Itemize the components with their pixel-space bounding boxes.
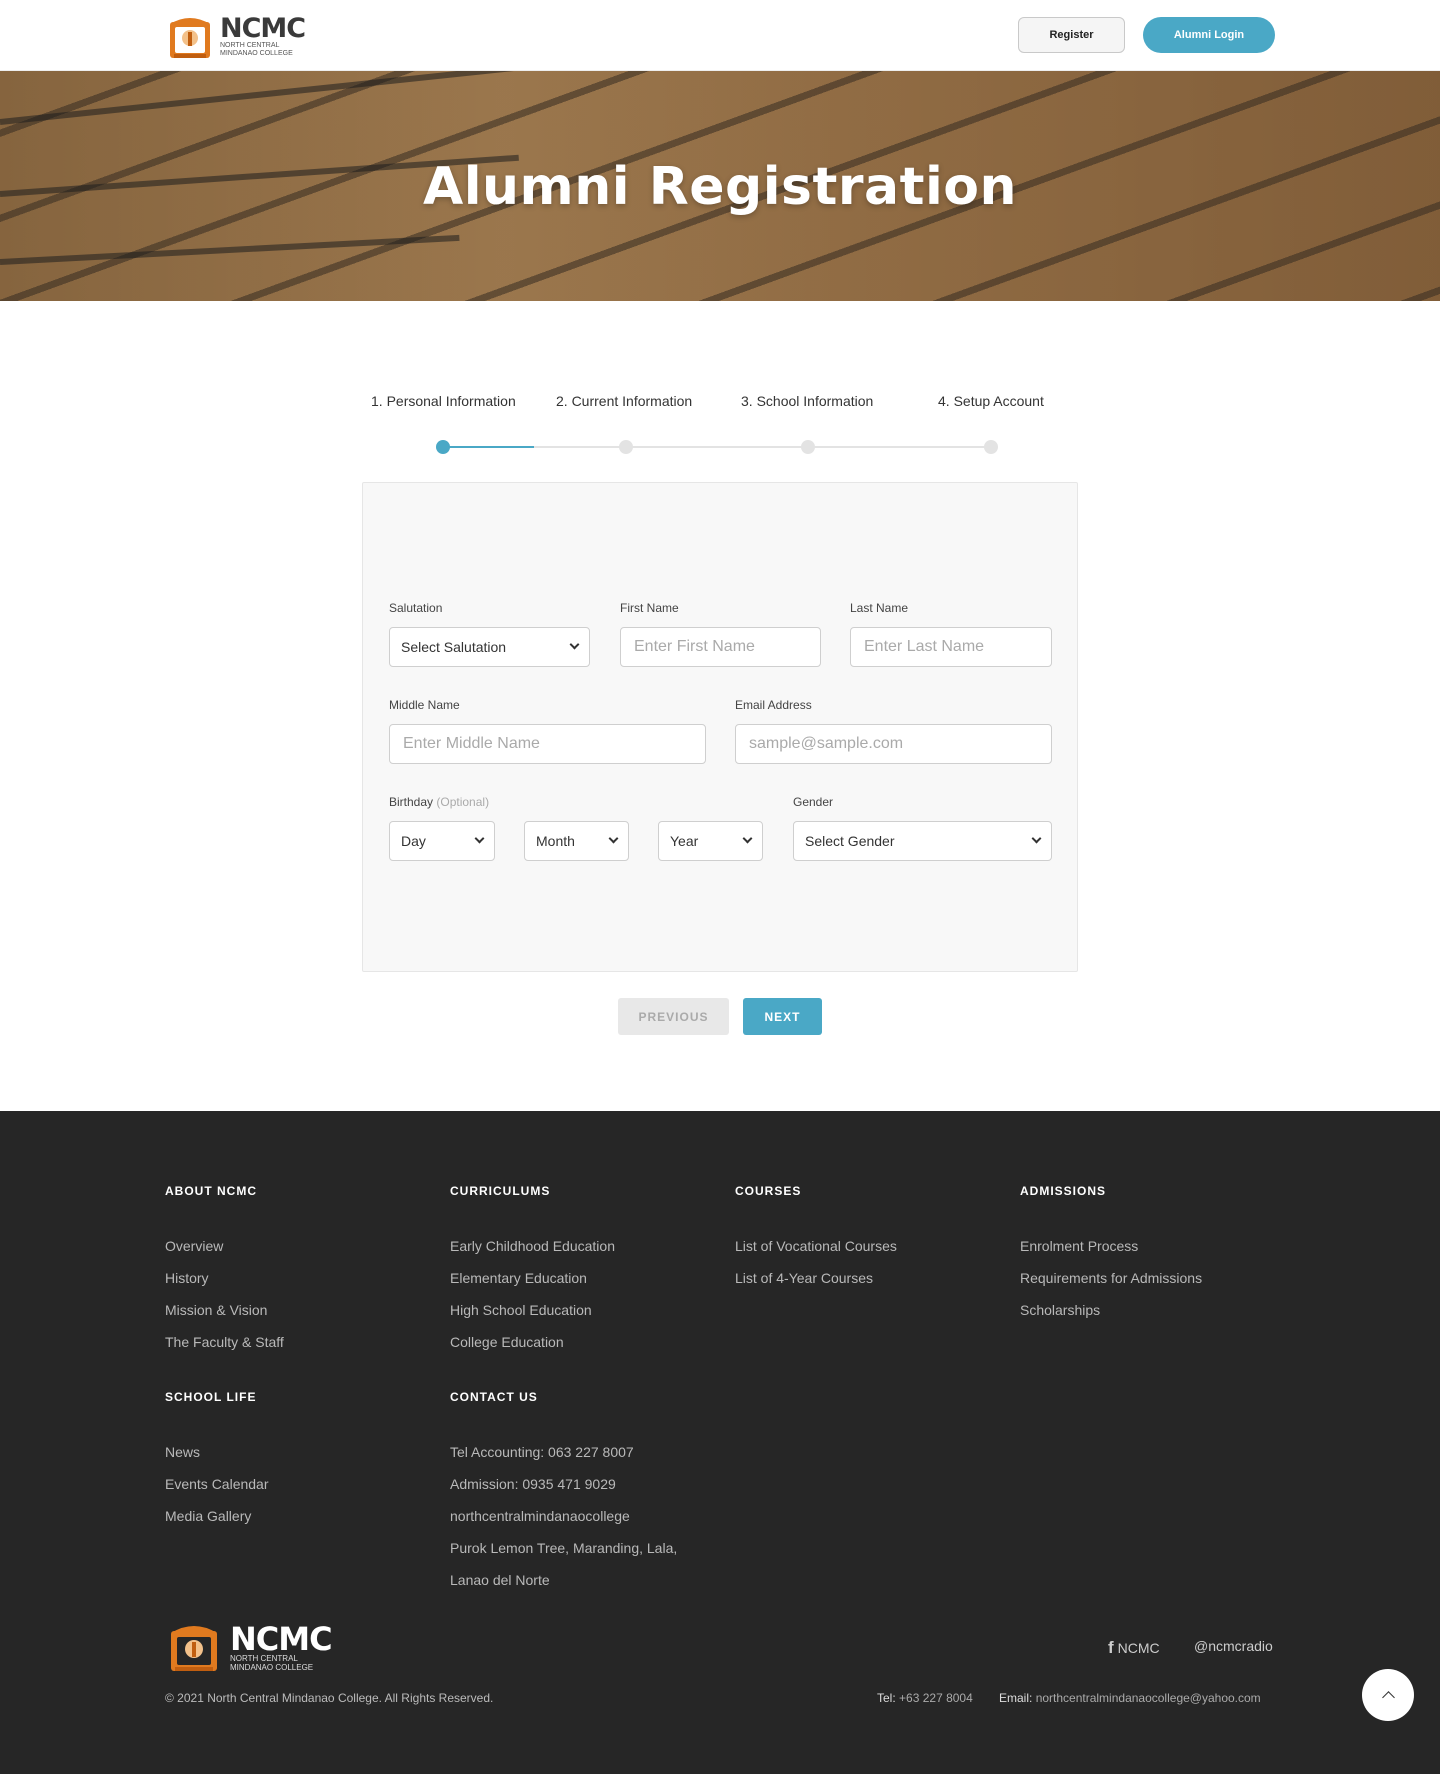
footer-logo-title: NCMC: [230, 1620, 333, 1658]
footer-heading-curriculums: Curriculums: [450, 1184, 551, 1198]
logo-subtitle-2: Mindanao College: [220, 50, 293, 57]
logo-wordmark: NCMC North Central Mindanao College: [220, 13, 306, 58]
chevron-down-icon: [608, 833, 619, 844]
ncmc-crest-icon: [171, 1626, 217, 1671]
footer-tel-label: Tel:: [877, 1691, 896, 1705]
footer-link-media[interactable]: Media Gallery: [165, 1508, 251, 1524]
footer-link-enrolment[interactable]: Enrolment Process: [1020, 1238, 1138, 1254]
next-button[interactable]: NEXT: [743, 998, 822, 1035]
site-logo[interactable]: NCMC North Central Mindanao College: [166, 13, 306, 60]
birthday-month-value: Month: [536, 833, 575, 849]
footer-link-early-childhood[interactable]: Early Childhood Education: [450, 1238, 615, 1254]
hero-banner: Alumni Registration: [0, 71, 1440, 301]
facebook-icon: f: [1108, 1638, 1114, 1657]
footer-heading-courses: Courses: [735, 1184, 802, 1198]
chevron-down-icon: [742, 833, 753, 844]
page-title: Alumni Registration: [422, 157, 1018, 217]
footer-link-overview[interactable]: Overview: [165, 1238, 223, 1254]
footer-link-history[interactable]: History: [165, 1270, 209, 1286]
facebook-label: NCMC: [1117, 1640, 1160, 1656]
step-dot-4[interactable]: [984, 440, 998, 454]
last-name-input[interactable]: Enter Last Name: [850, 627, 1052, 667]
footer-contact-address-2: Lanao del Norte: [450, 1572, 550, 1588]
last-name-label: Last Name: [850, 601, 909, 615]
footer-link-events[interactable]: Events Calendar: [165, 1476, 269, 1492]
footer-heading-admissions: Admissions: [1020, 1184, 1107, 1198]
first-name-label: First Name: [620, 601, 679, 615]
step-label-current[interactable]: 2. Current Information: [556, 393, 692, 409]
gender-label: Gender: [793, 795, 834, 809]
radio-link[interactable]: @ncmcradio: [1194, 1638, 1273, 1654]
footer-heading-school-life: School Life: [165, 1390, 257, 1404]
footer-logo[interactable]: NCMC North Central Mindanao College: [166, 1620, 333, 1674]
footer-link-elementary[interactable]: Elementary Education: [450, 1270, 587, 1286]
salutation-label: Salutation: [389, 601, 443, 615]
chevron-up-icon: [1381, 1690, 1395, 1704]
step-label-account[interactable]: 4. Setup Account: [938, 393, 1044, 409]
salutation-value: Select Salutation: [401, 639, 507, 655]
birthday-day-value: Day: [401, 833, 426, 849]
footer-link-mission[interactable]: Mission & Vision: [165, 1302, 267, 1318]
copyright-text: © 2021 North Central Mindanao College. A…: [165, 1691, 494, 1705]
step-dot-1[interactable]: [436, 440, 450, 454]
email-input[interactable]: sample@sample.com: [735, 724, 1052, 764]
hero-bg-rail: [0, 234, 460, 265]
footer-logo-subtitle-2: Mindanao College: [230, 1663, 314, 1672]
step-dot-2[interactable]: [619, 440, 633, 454]
gender-value: Select Gender: [805, 833, 895, 849]
footer-email: Email: northcentralmindanaocollege@yahoo…: [999, 1691, 1261, 1705]
salutation-select[interactable]: Select Salutation: [389, 627, 590, 667]
footer-link-college[interactable]: College Education: [450, 1334, 564, 1350]
site-footer: About NCMC Curriculums Courses Admission…: [0, 1111, 1440, 1774]
top-navbar: NCMC North Central Mindanao College Regi…: [0, 0, 1440, 71]
step-labels: 1. Personal Information 2. Current Infor…: [0, 393, 1440, 413]
step-progress-bar: [442, 446, 534, 448]
footer-link-vocational[interactable]: List of Vocational Courses: [735, 1238, 897, 1254]
footer-tel: Tel: +63 227 8004: [877, 1691, 973, 1705]
birthday-label-text: Birthday: [389, 795, 434, 809]
footer-contact-accounting: Tel Accounting: 063 227 8007: [450, 1444, 634, 1460]
middle-name-label: Middle Name: [389, 698, 460, 712]
previous-button[interactable]: PREVIOUS: [618, 998, 729, 1035]
footer-link-scholarships[interactable]: Scholarships: [1020, 1302, 1100, 1318]
gender-select[interactable]: Select Gender: [793, 821, 1052, 861]
footer-contact-address-1: Purok Lemon Tree, Maranding, Lala,: [450, 1540, 678, 1556]
birthday-optional-text: (Optional): [436, 795, 490, 809]
birthday-year-select[interactable]: Year: [658, 821, 763, 861]
birthday-year-value: Year: [670, 833, 699, 849]
chevron-down-icon: [569, 639, 580, 650]
footer-email-label: Email:: [999, 1691, 1033, 1705]
first-name-input[interactable]: Enter First Name: [620, 627, 821, 667]
footer-link-faculty[interactable]: The Faculty & Staff: [165, 1334, 284, 1350]
chevron-down-icon: [474, 833, 485, 844]
footer-link-news[interactable]: News: [165, 1444, 200, 1460]
radio-label: @ncmcradio: [1194, 1638, 1273, 1654]
chevron-down-icon: [1031, 833, 1042, 844]
footer-link-4-year[interactable]: List of 4-Year Courses: [735, 1270, 873, 1286]
footer-contact-facebook[interactable]: northcentralmindanaocollege: [450, 1508, 630, 1524]
footer-contact-admission: Admission: 0935 471 9029: [450, 1476, 616, 1492]
step-label-school[interactable]: 3. School Information: [741, 393, 873, 409]
register-button[interactable]: Register: [1018, 17, 1125, 53]
footer-tel-value: +63 227 8004: [899, 1691, 973, 1705]
registration-form: Salutation Select Salutation First Name …: [362, 482, 1078, 972]
birthday-month-select[interactable]: Month: [524, 821, 629, 861]
hero-bg-rail: [0, 71, 598, 125]
logo-title: NCMC: [220, 13, 306, 44]
back-to-top-button[interactable]: [1362, 1669, 1414, 1721]
step-dot-3[interactable]: [801, 440, 815, 454]
middle-name-input[interactable]: Enter Middle Name: [389, 724, 706, 764]
step-label-personal[interactable]: 1. Personal Information: [371, 393, 516, 409]
birthday-label: Birthday (Optional): [389, 795, 489, 809]
email-label: Email Address: [735, 698, 812, 712]
footer-email-value[interactable]: northcentralmindanaocollege@yahoo.com: [1036, 1691, 1261, 1705]
alumni-login-button[interactable]: Alumni Login: [1143, 17, 1275, 53]
ncmc-crest-icon: [166, 14, 214, 60]
footer-heading-about: About NCMC: [165, 1184, 257, 1198]
footer-heading-contact: Contact Us: [450, 1390, 538, 1404]
footer-link-high-school[interactable]: High School Education: [450, 1302, 592, 1318]
footer-link-requirements[interactable]: Requirements for Admissions: [1020, 1270, 1202, 1286]
facebook-link[interactable]: f NCMC: [1108, 1638, 1160, 1658]
birthday-day-select[interactable]: Day: [389, 821, 495, 861]
